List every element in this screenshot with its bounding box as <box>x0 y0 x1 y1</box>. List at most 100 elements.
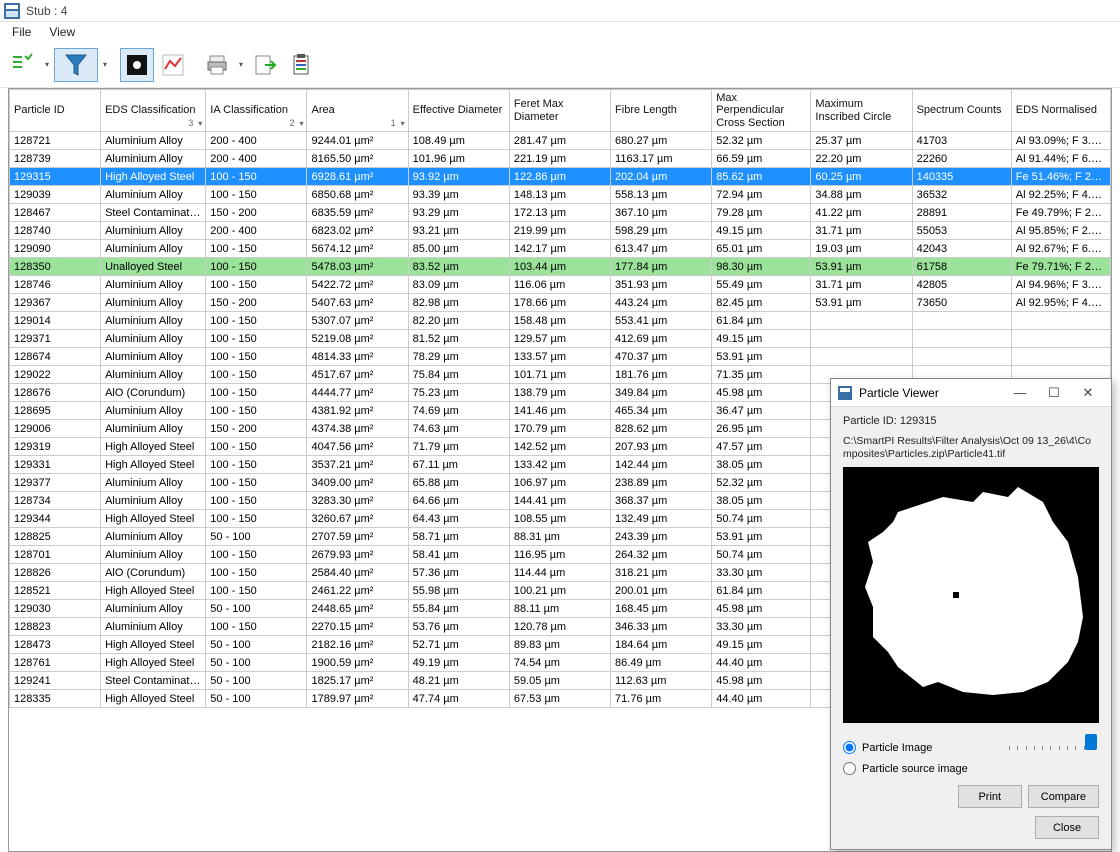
radio-source-image[interactable]: Particle source image <box>843 762 1099 775</box>
table-cell[interactable]: Al 93.09%; F 3.0… <box>1011 132 1110 150</box>
table-cell[interactable]: 71.35 µm <box>712 366 811 384</box>
table-cell[interactable]: 243.39 µm <box>611 528 712 546</box>
table-cell[interactable]: 50.74 µm <box>712 546 811 564</box>
table-cell[interactable] <box>1011 330 1110 348</box>
table-cell[interactable]: 138.79 µm <box>509 384 610 402</box>
table-cell[interactable]: 36.47 µm <box>712 402 811 420</box>
table-cell[interactable]: 3260.67 µm² <box>307 510 408 528</box>
table-cell[interactable]: 25.37 µm <box>811 132 912 150</box>
table-cell[interactable]: 64.66 µm <box>408 492 509 510</box>
table-cell[interactable]: 57.36 µm <box>408 564 509 582</box>
table-cell[interactable]: 128734 <box>10 492 101 510</box>
table-cell[interactable]: High Alloyed Steel <box>101 168 206 186</box>
clipboard-icon[interactable] <box>284 48 318 82</box>
table-cell[interactable]: 103.44 µm <box>509 258 610 276</box>
table-cell[interactable]: 9244.01 µm² <box>307 132 408 150</box>
table-cell[interactable]: 93.39 µm <box>408 186 509 204</box>
table-cell[interactable]: 5674.12 µm² <box>307 240 408 258</box>
column-header[interactable]: Maximum Inscribed Circle <box>811 90 912 132</box>
table-cell[interactable] <box>1011 312 1110 330</box>
table-cell[interactable]: 50 - 100 <box>206 690 307 708</box>
table-cell[interactable]: 351.93 µm <box>611 276 712 294</box>
table-cell[interactable]: 44.40 µm <box>712 690 811 708</box>
table-cell[interactable]: High Alloyed Steel <box>101 456 206 474</box>
table-cell[interactable]: 88.31 µm <box>509 528 610 546</box>
column-header[interactable]: EDS Classification3▾ <box>101 90 206 132</box>
table-cell[interactable]: High Alloyed Steel <box>101 582 206 600</box>
table-cell[interactable]: 45.98 µm <box>712 384 811 402</box>
table-cell[interactable]: 346.33 µm <box>611 618 712 636</box>
table-cell[interactable]: 6928.61 µm² <box>307 168 408 186</box>
table-cell[interactable]: 133.42 µm <box>509 456 610 474</box>
table-cell[interactable]: 128823 <box>10 618 101 636</box>
table-cell[interactable]: 58.71 µm <box>408 528 509 546</box>
dropdown-arrow-icon[interactable]: ▾ <box>42 60 52 69</box>
column-header[interactable]: EDS Normalised <box>1011 90 1110 132</box>
minimize-icon[interactable]: — <box>1003 382 1037 404</box>
table-cell[interactable]: 108.49 µm <box>408 132 509 150</box>
table-cell[interactable]: 49.15 µm <box>712 222 811 240</box>
table-cell[interactable]: Aluminium Alloy <box>101 618 206 636</box>
table-cell[interactable]: 101.71 µm <box>509 366 610 384</box>
table-cell[interactable]: Fe 79.71%; F 20… <box>1011 258 1110 276</box>
table-cell[interactable]: 114.44 µm <box>509 564 610 582</box>
table-cell[interactable]: 61.84 µm <box>712 312 811 330</box>
table-cell[interactable]: 219.99 µm <box>509 222 610 240</box>
table-cell[interactable]: 74.54 µm <box>509 654 610 672</box>
table-cell[interactable]: 128740 <box>10 222 101 240</box>
table-cell[interactable]: 202.04 µm <box>611 168 712 186</box>
table-cell[interactable]: 75.84 µm <box>408 366 509 384</box>
table-cell[interactable]: 55053 <box>912 222 1011 240</box>
table-cell[interactable]: 41703 <box>912 132 1011 150</box>
table-cell[interactable]: Aluminium Alloy <box>101 420 206 438</box>
table-cell[interactable]: 73650 <box>912 294 1011 312</box>
table-cell[interactable]: 100 - 150 <box>206 276 307 294</box>
table-cell[interactable] <box>811 312 912 330</box>
table-cell[interactable]: High Alloyed Steel <box>101 510 206 528</box>
table-cell[interactable]: 178.66 µm <box>509 294 610 312</box>
table-cell[interactable]: 128350 <box>10 258 101 276</box>
table-cell[interactable]: 106.97 µm <box>509 474 610 492</box>
table-cell[interactable]: 144.41 µm <box>509 492 610 510</box>
table-row[interactable]: 128746Aluminium Alloy100 - 1505422.72 µm… <box>10 276 1111 294</box>
table-cell[interactable] <box>811 348 912 366</box>
table-cell[interactable]: 116.06 µm <box>509 276 610 294</box>
table-cell[interactable]: 100 - 150 <box>206 492 307 510</box>
table-cell[interactable]: 36532 <box>912 186 1011 204</box>
table-cell[interactable]: High Alloyed Steel <box>101 654 206 672</box>
table-cell[interactable]: 142.44 µm <box>611 456 712 474</box>
table-cell[interactable]: 79.28 µm <box>712 204 811 222</box>
table-cell[interactable]: 2448.65 µm² <box>307 600 408 618</box>
table-cell[interactable]: 129344 <box>10 510 101 528</box>
column-header[interactable]: Particle ID <box>10 90 101 132</box>
table-cell[interactable]: 128826 <box>10 564 101 582</box>
column-header[interactable]: Max Perpendicular Cross Section <box>712 90 811 132</box>
table-cell[interactable]: 598.29 µm <box>611 222 712 240</box>
table-cell[interactable]: 150 - 200 <box>206 420 307 438</box>
table-cell[interactable]: 128721 <box>10 132 101 150</box>
menu-file[interactable]: File <box>4 23 39 41</box>
table-cell[interactable]: 3409.00 µm² <box>307 474 408 492</box>
table-cell[interactable]: 85.62 µm <box>712 168 811 186</box>
table-cell[interactable]: 74.69 µm <box>408 402 509 420</box>
table-cell[interactable]: 100 - 150 <box>206 474 307 492</box>
table-cell[interactable]: 49.15 µm <box>712 330 811 348</box>
table-cell[interactable]: 100 - 150 <box>206 582 307 600</box>
table-cell[interactable]: 88.11 µm <box>509 600 610 618</box>
table-cell[interactable]: 53.76 µm <box>408 618 509 636</box>
table-cell[interactable]: 33.30 µm <box>712 618 811 636</box>
close-button[interactable]: Close <box>1035 816 1099 839</box>
table-row[interactable]: 128740Aluminium Alloy200 - 4006823.02 µm… <box>10 222 1111 240</box>
table-row[interactable]: 129367Aluminium Alloy150 - 2005407.63 µm… <box>10 294 1111 312</box>
table-cell[interactable]: Aluminium Alloy <box>101 186 206 204</box>
table-cell[interactable] <box>811 330 912 348</box>
table-cell[interactable]: 465.34 µm <box>611 402 712 420</box>
table-cell[interactable]: 49.15 µm <box>712 636 811 654</box>
table-cell[interactable]: AlO (Corundum) <box>101 564 206 582</box>
print-icon[interactable] <box>200 48 234 82</box>
table-cell[interactable]: 53.91 µm <box>712 528 811 546</box>
table-cell[interactable]: 26.95 µm <box>712 420 811 438</box>
table-cell[interactable]: 129030 <box>10 600 101 618</box>
table-cell[interactable]: 50.74 µm <box>712 510 811 528</box>
table-cell[interactable]: 1825.17 µm² <box>307 672 408 690</box>
